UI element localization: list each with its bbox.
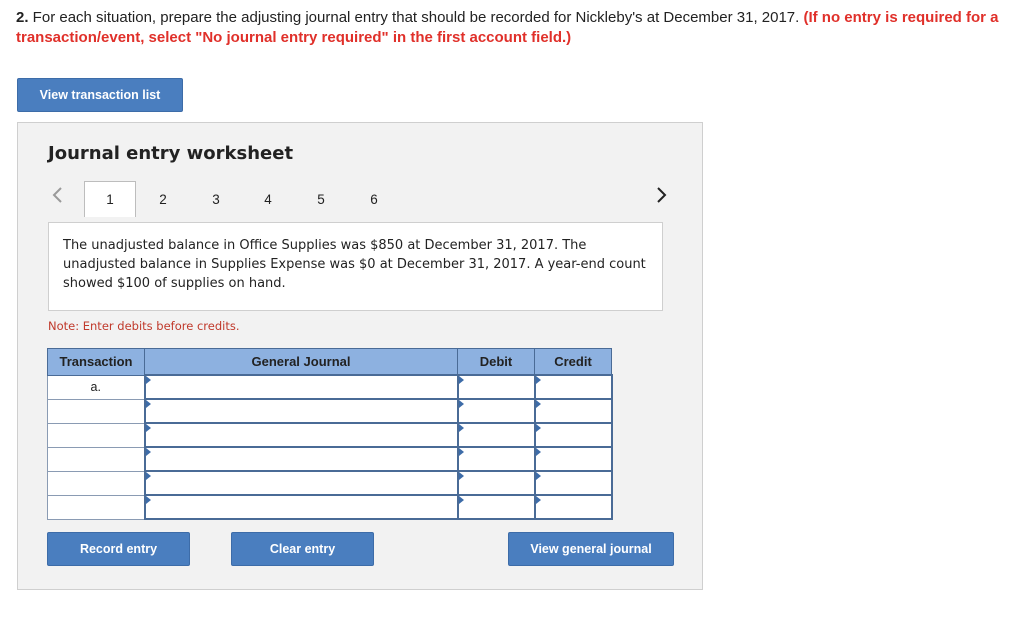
transaction-description: The unadjusted balance in Office Supplie… — [48, 222, 663, 311]
debit-field[interactable] — [456, 446, 536, 472]
tab-5[interactable]: 5 — [295, 181, 347, 217]
col-credit: Credit — [534, 348, 612, 376]
tab-6[interactable]: 6 — [348, 181, 400, 217]
table-row — [47, 398, 613, 424]
dropdown-marker-icon — [145, 472, 151, 480]
dropdown-marker-icon — [145, 400, 151, 408]
debit-field[interactable] — [456, 422, 536, 448]
debit-field[interactable] — [456, 374, 536, 400]
table-row: a. — [47, 374, 613, 400]
dropdown-marker-icon — [535, 424, 541, 432]
credit-field[interactable] — [533, 470, 613, 496]
credit-field[interactable] — [533, 422, 613, 448]
credit-field[interactable] — [533, 398, 613, 424]
debit-field[interactable] — [456, 398, 536, 424]
account-field[interactable] — [143, 446, 459, 472]
debit-field[interactable] — [456, 470, 536, 496]
transaction-cell — [47, 470, 145, 496]
transaction-cell — [47, 398, 145, 424]
dropdown-marker-icon — [535, 376, 541, 384]
journal-worksheet-panel: Journal entry worksheet 1 2 3 4 5 6 The … — [17, 122, 703, 590]
tab-2[interactable]: 2 — [137, 181, 189, 217]
entry-note: Note: Enter debits before credits. — [48, 319, 240, 333]
dropdown-marker-icon — [145, 448, 151, 456]
dropdown-marker-icon — [535, 472, 541, 480]
dropdown-marker-icon — [458, 448, 464, 456]
account-field[interactable] — [143, 422, 459, 448]
dropdown-marker-icon — [458, 424, 464, 432]
chevron-left-icon[interactable] — [46, 184, 68, 206]
table-row — [47, 494, 613, 520]
clear-entry-button[interactable]: Clear entry — [231, 532, 374, 566]
journal-table: Transaction General Journal Debit Credit… — [47, 348, 613, 520]
credit-field[interactable] — [533, 494, 613, 520]
question-body: For each situation, prepare the adjustin… — [28, 9, 804, 26]
table-row — [47, 446, 613, 472]
col-debit: Debit — [457, 348, 535, 376]
account-field[interactable] — [143, 374, 459, 400]
dropdown-marker-icon — [458, 496, 464, 504]
account-field[interactable] — [143, 398, 459, 424]
question-text: 2. For each situation, prepare the adjus… — [16, 8, 1006, 48]
col-transaction: Transaction — [47, 348, 145, 376]
dropdown-marker-icon — [458, 400, 464, 408]
account-field[interactable] — [143, 494, 459, 520]
transaction-cell — [47, 494, 145, 520]
dropdown-marker-icon — [535, 400, 541, 408]
question-number: 2. — [16, 9, 29, 26]
record-entry-button[interactable]: Record entry — [47, 532, 190, 566]
account-field[interactable] — [143, 470, 459, 496]
transaction-cell: a. — [47, 374, 145, 400]
view-general-journal-button[interactable]: View general journal — [508, 532, 674, 566]
tab-4[interactable]: 4 — [242, 181, 294, 217]
col-general-journal: General Journal — [144, 348, 458, 376]
dropdown-marker-icon — [145, 376, 151, 384]
dropdown-marker-icon — [458, 376, 464, 384]
tab-1[interactable]: 1 — [84, 181, 136, 217]
transaction-cell — [47, 446, 145, 472]
debit-field[interactable] — [456, 494, 536, 520]
dropdown-marker-icon — [535, 448, 541, 456]
worksheet-tabs: 1 2 3 4 5 6 — [18, 180, 702, 217]
dropdown-marker-icon — [535, 496, 541, 504]
dropdown-marker-icon — [145, 424, 151, 432]
dropdown-marker-icon — [458, 472, 464, 480]
chevron-right-icon[interactable] — [651, 184, 673, 206]
table-row — [47, 470, 613, 496]
worksheet-title: Journal entry worksheet — [48, 143, 294, 164]
credit-field[interactable] — [533, 374, 613, 400]
transaction-cell — [47, 422, 145, 448]
view-transaction-list-button[interactable]: View transaction list — [17, 78, 183, 112]
table-row — [47, 422, 613, 448]
tab-3[interactable]: 3 — [190, 181, 242, 217]
credit-field[interactable] — [533, 446, 613, 472]
dropdown-marker-icon — [145, 496, 151, 504]
